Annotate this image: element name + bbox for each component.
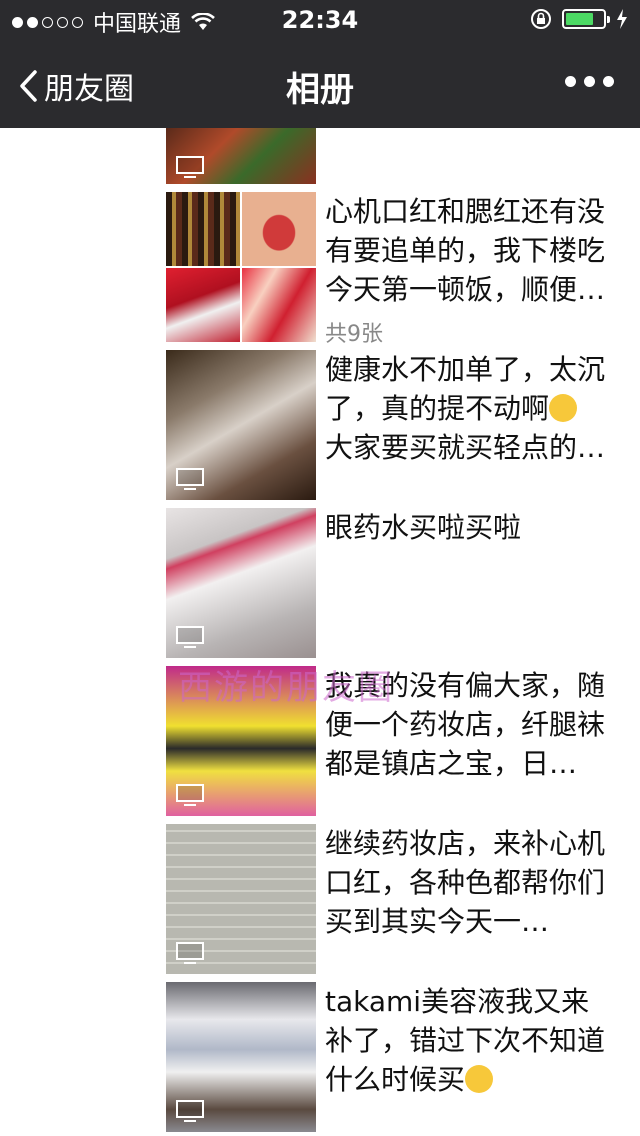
post-thumbnail[interactable] — [166, 350, 316, 500]
more-dots-icon[interactable] — [565, 76, 614, 87]
crying-emoji-icon — [549, 394, 578, 422]
post-thumbnail-grid[interactable] — [166, 192, 316, 342]
grid-image — [166, 268, 240, 342]
post-thumbnail[interactable] — [166, 128, 316, 184]
post-thumbnail[interactable] — [166, 982, 316, 1132]
post-thumbnail[interactable] — [166, 508, 316, 658]
grid-image — [166, 192, 240, 266]
page-title: 相册 — [286, 70, 354, 110]
watermark: 西游的朋友圈 — [178, 668, 394, 708]
post-caption: 健康水不加单了，太沉 了，真的提不动啊 大家要买就买轻点的… — [325, 353, 606, 464]
grid-image — [242, 192, 316, 266]
video-icon — [176, 156, 204, 178]
post-caption: takami美容液我又来 补了，错过下次不知道 什么时候买 — [325, 985, 606, 1096]
orientation-lock-icon — [531, 9, 551, 29]
charging-bolt-icon — [617, 9, 627, 29]
video-icon — [176, 942, 204, 964]
status-right — [530, 8, 628, 30]
post-caption: 继续药妆店，来补心机 口红，各种色都帮你们 买到其实今天一… — [325, 827, 606, 938]
navigation-bar: 朋友圈 相册 — [0, 40, 640, 128]
photo-count: 共9张 — [325, 322, 383, 347]
video-icon — [176, 468, 204, 490]
grid-image — [242, 268, 316, 342]
video-icon — [176, 1100, 204, 1122]
post-thumbnail[interactable] — [166, 824, 316, 974]
heart-eyes-emoji-icon — [465, 1065, 494, 1093]
status-bar: 中国联通 22:34 — [0, 0, 640, 40]
battery-icon — [562, 9, 610, 29]
video-icon — [176, 626, 204, 648]
post-caption: 眼药水买啦买啦 — [325, 511, 522, 544]
post-caption: 心机口红和腮红还有没 有要追单的，我下楼吃 今天第一顿饭，顺便… — [325, 195, 606, 306]
video-icon — [176, 784, 204, 806]
